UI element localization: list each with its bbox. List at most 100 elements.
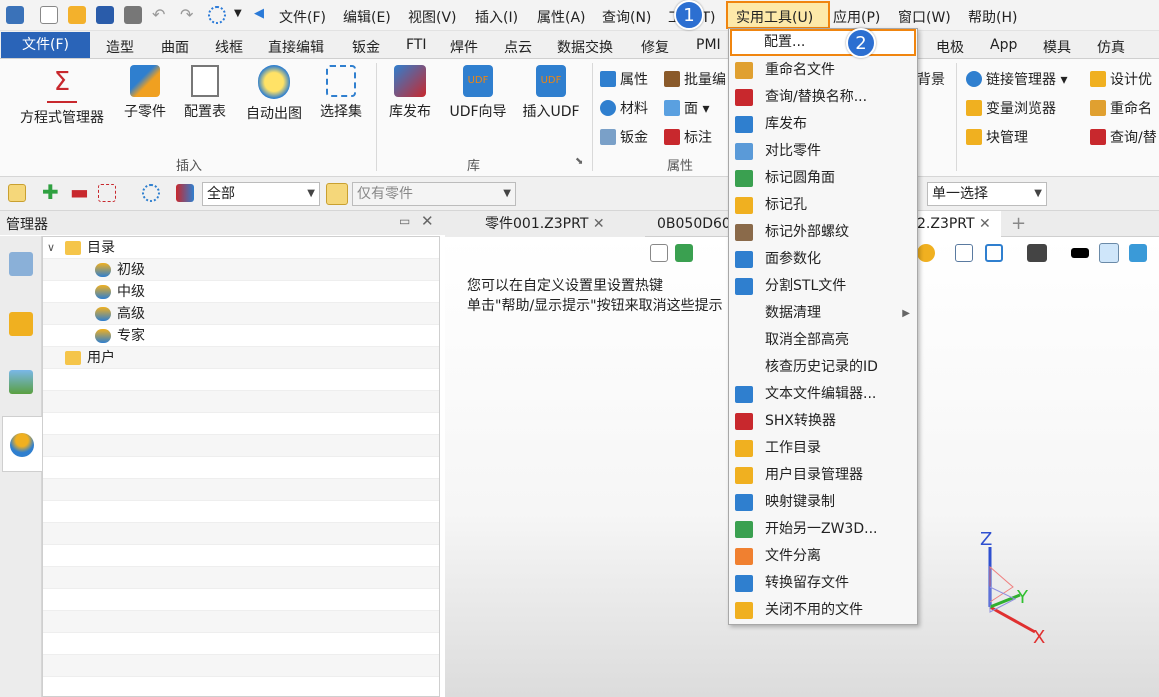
close-tab-icon[interactable]: ✕ [979,216,991,232]
menu-item[interactable]: 分割STL文件 [730,273,916,300]
pick-icon[interactable] [8,184,26,202]
material-button[interactable]: 材料 [600,98,648,118]
menu-item[interactable]: 转换留存文件 [730,570,916,597]
menu-item[interactable]: 库发布 [730,111,916,138]
menu-attributes[interactable]: 属性(A) [537,7,586,27]
tab-sheet-metal[interactable]: 钣金 [352,37,380,57]
tab-doc-2[interactable]: 0B050D60 [655,211,731,237]
menu-item[interactable]: 标记孔 [730,192,916,219]
add-tab-icon[interactable]: + [1011,211,1026,237]
menu-item[interactable]: 标记圆角面 [730,165,916,192]
face-button[interactable]: 面 ▾ [664,98,709,118]
view-icon[interactable] [650,244,668,262]
tab-app[interactable]: App [990,37,1017,53]
open-icon[interactable] [68,6,86,24]
tree-node[interactable]: 中级 [43,281,439,303]
fit-view-icon[interactable] [955,244,973,262]
part-filter-select[interactable]: 仅有零件 ▼ [352,182,516,206]
menu-item[interactable]: 数据清理 ▶ [730,300,916,327]
tab-weldment[interactable]: 焊件 [450,37,478,57]
menu-item[interactable]: 用户目录管理器 [730,462,916,489]
attribute-button[interactable]: 属性 [600,69,648,89]
save-icon[interactable] [96,6,114,24]
monitor-icon[interactable] [1027,244,1047,262]
filter-select[interactable]: 全部 ▼ [202,182,320,206]
equation-manager-button[interactable]: Σ 方程式管理器 [16,65,108,127]
menu-item[interactable]: 查询/替换名称... [730,84,916,111]
menu-item[interactable]: 核查历史记录的ID [730,354,916,381]
query-replace-button[interactable]: 查询/替 [1090,127,1157,147]
menu-item[interactable]: 关闭不用的文件 [730,597,916,624]
add-icon[interactable]: ✚ [42,182,60,202]
menu-item[interactable]: 对比零件 [730,138,916,165]
minus-icon[interactable]: ▬ [70,182,89,202]
new-file-icon[interactable] [40,6,58,24]
view-manager-icon[interactable] [9,312,33,336]
tab-direct-edit[interactable]: 直接编辑 [268,37,324,57]
lasso-icon[interactable] [142,184,160,202]
menu-file[interactable]: 文件(F) [279,7,326,27]
tab-file[interactable]: 文件(F) [1,32,90,58]
library-publish-button[interactable]: 库发布 [385,65,435,121]
annotation-button[interactable]: 标注 [664,127,712,147]
image-manager-icon[interactable] [9,370,33,394]
tree-node[interactable]: 初级 [43,259,439,281]
menu-item[interactable]: SHX转换器 [730,408,916,435]
user-tab[interactable] [2,416,42,472]
block-manager-button[interactable]: 块管理 [966,127,1028,147]
zoom-icon[interactable] [917,244,935,262]
menu-item[interactable]: 工作目录 [730,435,916,462]
udf-wizard-button[interactable]: UDF UDF向导 [446,65,510,121]
menu-item[interactable]: 标记外部螺纹 [730,219,916,246]
background-button[interactable]: 背景 [917,69,945,89]
link-manager-button[interactable]: 链接管理器 ▾ [966,69,1067,89]
rename-button[interactable]: 重命名 [1090,98,1152,118]
config-table-button[interactable]: 配置表 [180,65,230,121]
menu-apps[interactable]: 应用(P) [833,7,880,27]
menu-item[interactable]: 重命名文件 [730,57,916,84]
color-black-icon[interactable] [1071,248,1089,258]
menu-back-icon[interactable]: ◀ [254,7,264,20]
undo-icon[interactable]: ↶ [152,7,170,25]
tab-pmi[interactable]: PMI [696,37,721,53]
menu-item[interactable]: 映射键录制 [730,489,916,516]
sub-part-button[interactable]: 子零件 [120,65,170,121]
menu-item[interactable]: 取消全部高亮 [730,327,916,354]
auto-drawing-button[interactable]: 自动出图 [242,65,306,123]
display-icon[interactable] [675,244,693,262]
tab-doc-1[interactable]: 零件001.Z3PRT ✕ [445,211,645,237]
design-optimize-button[interactable]: 设计优 [1090,69,1152,89]
variable-browser-button[interactable]: 变量浏览器 [966,98,1056,118]
tree-node[interactable]: ∨ 目录 [43,237,439,259]
layers-icon[interactable] [1129,244,1147,262]
tree-node[interactable]: 专家 [43,325,439,347]
box-select-icon[interactable] [98,184,116,202]
menu-item[interactable]: 面参数化 [730,246,916,273]
menu-utilities[interactable]: 实用工具(U) [736,7,813,27]
menu-item[interactable]: 文本文件编辑器... [730,381,916,408]
tab-modeling[interactable]: 造型 [106,37,134,57]
tab-electrode[interactable]: 电极 [936,37,964,57]
menu-item[interactable]: 配置... [730,29,916,56]
sheet-metal-attr-button[interactable]: 钣金 [600,127,648,147]
batch-edit-button[interactable]: 批量编 [664,69,726,89]
tab-wireframe[interactable]: 线框 [215,37,243,57]
menu-edit[interactable]: 编辑(E) [343,7,391,27]
menu-query[interactable]: 查询(N) [602,7,651,27]
group-expand-icon[interactable]: ⬊ [575,156,583,167]
menu-help[interactable]: 帮助(H) [968,7,1017,27]
tree-node[interactable]: 用户 [43,347,439,369]
measure-icon[interactable] [985,244,1003,262]
tab-data-exchange[interactable]: 数据交换 [557,37,613,57]
menu-view[interactable]: 视图(V) [408,7,457,27]
tab-mold[interactable]: 模具 [1043,37,1071,57]
history-tree-icon[interactable] [9,252,33,276]
restore-icon[interactable]: ▭ [399,214,410,228]
menu-insert[interactable]: 插入(I) [475,7,518,27]
chevron-down-icon[interactable]: ∨ [47,237,55,259]
logo-icon[interactable] [6,6,24,24]
color-light-icon[interactable] [1099,243,1119,263]
tree-node[interactable]: 高级 [43,303,439,325]
dropdown-arrow-icon[interactable]: ▼ [234,9,244,19]
menu-window[interactable]: 窗口(W) [898,7,951,27]
